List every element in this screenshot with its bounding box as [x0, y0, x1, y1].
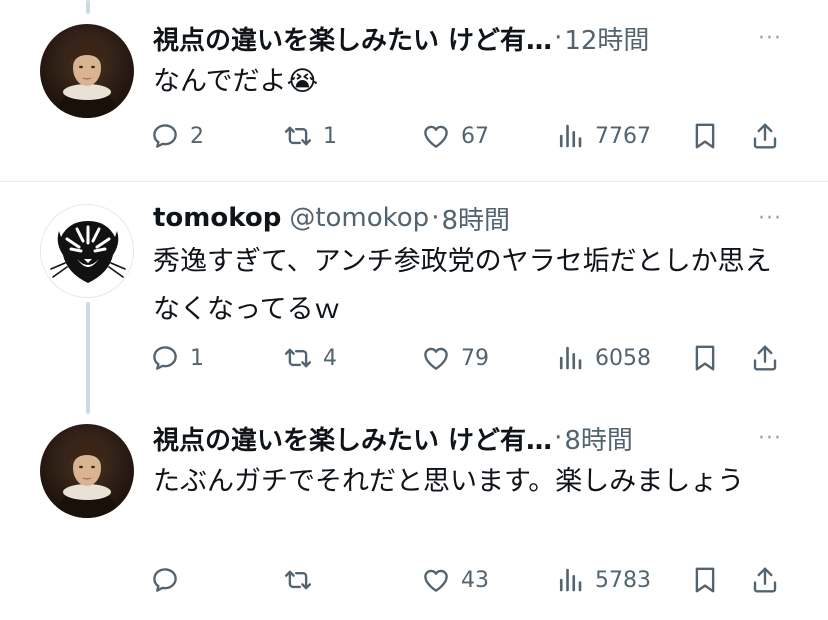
views-icon [555, 121, 585, 151]
retweet-count: 1 [323, 123, 337, 149]
portrait-avatar-image [40, 24, 134, 118]
user-handle[interactable]: @tomokop [289, 203, 429, 233]
retweet-icon [283, 121, 313, 151]
share-icon [750, 343, 780, 373]
display-name[interactable]: 視点の違いを楽しみたい けど有… [153, 20, 552, 56]
timestamp[interactable]: 8時間 [564, 420, 633, 456]
like-count: 67 [461, 123, 489, 149]
separator-dot: · [554, 423, 563, 453]
heart-icon [421, 565, 451, 595]
heart-icon [421, 121, 451, 151]
reply-icon [150, 343, 180, 373]
tweet-3[interactable]: 視点の違いを楽しみたい けど有… · 8時間 ··· たぶんガチでそれだと思いま… [0, 420, 828, 620]
like-count: 43 [461, 567, 489, 593]
more-options-button[interactable]: ··· [752, 424, 788, 452]
view-count: 6058 [595, 345, 651, 371]
retweet-button[interactable]: 1 [283, 116, 337, 156]
tweet-text: たぶんガチでそれだと思います。楽しみましょう [153, 466, 745, 497]
retweet-icon [283, 565, 313, 595]
views-button[interactable]: 5783 [555, 560, 651, 600]
share-button[interactable] [750, 560, 780, 600]
view-count: 5783 [595, 567, 651, 593]
bookmark-button[interactable] [690, 116, 720, 156]
tiger-avatar-image [41, 205, 133, 297]
views-button[interactable]: 6058 [555, 338, 651, 378]
heart-icon [421, 343, 451, 373]
reply-icon [150, 565, 180, 595]
share-icon [750, 565, 780, 595]
like-button[interactable]: 67 [421, 116, 489, 156]
reply-button[interactable]: 2 [150, 116, 204, 156]
views-button[interactable]: 7767 [555, 116, 651, 156]
display-name[interactable]: 視点の違いを楽しみたい けど有… [153, 420, 552, 456]
avatar-tiger[interactable] [40, 204, 134, 298]
reply-count: 2 [190, 123, 204, 149]
like-button[interactable]: 79 [421, 338, 489, 378]
reply-icon [150, 121, 180, 151]
tweet-2[interactable]: tomokop @tomokop · 8時間 ··· 秀逸すぎて、アンチ参政党の… [0, 200, 828, 390]
timestamp[interactable]: 8時間 [441, 200, 510, 236]
action-bar: 43 5783 [150, 560, 790, 600]
avatar-portrait[interactable] [40, 424, 134, 518]
separator-dot: · [431, 203, 440, 233]
bookmark-icon [690, 343, 720, 373]
tweet-text: 秀逸すぎて、アンチ参政党のヤラセ垢だとしか思えなくなってるｗ [153, 246, 772, 325]
bookmark-button[interactable] [690, 560, 720, 600]
views-icon [555, 565, 585, 595]
like-count: 79 [461, 345, 489, 371]
avatar-portrait[interactable] [40, 24, 134, 118]
display-name[interactable]: tomokop [153, 203, 281, 233]
bookmark-icon [690, 121, 720, 151]
bookmark-button[interactable] [690, 338, 720, 378]
views-icon [555, 343, 585, 373]
separator-dot: · [554, 23, 563, 53]
tweet-divider [0, 181, 828, 182]
retweet-icon [283, 343, 313, 373]
thread-line-top [86, 0, 90, 14]
tweet-text: なんでだよ😭 [153, 66, 319, 97]
tweet-header: tomokop @tomokop · 8時間 [153, 200, 743, 236]
reply-count: 1 [190, 345, 204, 371]
tweet-header: 視点の違いを楽しみたい けど有… · 12時間 [153, 20, 743, 56]
share-button[interactable] [750, 116, 780, 156]
retweet-button[interactable] [283, 560, 323, 600]
reply-button[interactable]: 1 [150, 338, 204, 378]
more-options-button[interactable]: ··· [752, 204, 788, 232]
bookmark-icon [690, 565, 720, 595]
portrait-avatar-image [40, 424, 134, 518]
timestamp[interactable]: 12時間 [564, 20, 649, 56]
share-button[interactable] [750, 338, 780, 378]
share-icon [750, 121, 780, 151]
view-count: 7767 [595, 123, 651, 149]
tweet-header: 視点の違いを楽しみたい けど有… · 8時間 [153, 420, 743, 456]
more-options-button[interactable]: ··· [752, 24, 788, 52]
like-button[interactable]: 43 [421, 560, 489, 600]
reply-button[interactable] [150, 560, 190, 600]
tweet-1[interactable]: 視点の違いを楽しみたい けど有… · 12時間 ··· なんでだよ😭 2 1 6… [0, 20, 828, 180]
action-bar: 2 1 67 7767 [150, 116, 790, 156]
retweet-count: 4 [323, 345, 337, 371]
retweet-button[interactable]: 4 [283, 338, 337, 378]
action-bar: 1 4 79 6058 [150, 338, 790, 378]
